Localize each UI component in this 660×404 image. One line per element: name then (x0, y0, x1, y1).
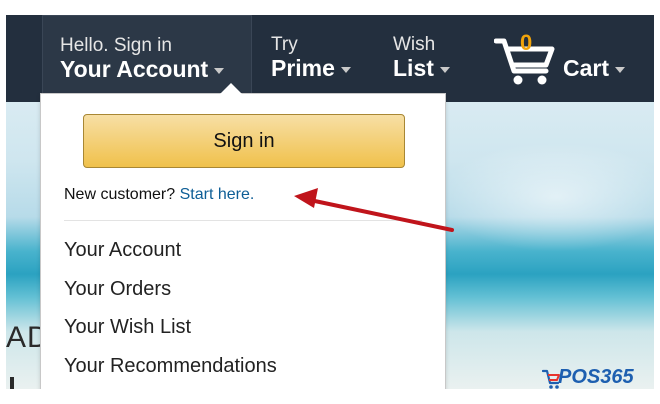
nav-wishlist-label: List (393, 55, 434, 81)
menu-item-your-wish-list[interactable]: Your Wish List (64, 308, 277, 347)
menu-item-your-recommendations[interactable]: Your Recommendations (64, 347, 277, 386)
chevron-down-icon (615, 66, 626, 73)
nav-wishlist-menu[interactable]: Wish List (393, 15, 483, 102)
watermark-brand: POS365 (558, 366, 634, 388)
new-customer-text: New customer? (64, 186, 176, 203)
new-customer-row: New customer? Start here. (64, 186, 254, 204)
dropdown-pointer (219, 83, 243, 95)
nav-prime-line1: Try (271, 34, 298, 55)
chevron-down-icon (340, 66, 351, 73)
chevron-down-icon (439, 66, 450, 73)
account-dropdown: Sign in New customer? Start here. Your A… (40, 83, 446, 389)
menu-item-your-account[interactable]: Your Account (64, 231, 277, 270)
nav-wishlist-line1: Wish (393, 34, 436, 55)
annotation-arrow-icon (294, 188, 454, 232)
nav-prime-label: Prime (271, 55, 335, 81)
cart-count-badge: 0 (520, 30, 533, 55)
account-menu-list: Your Account Your Orders Your Wish List … (64, 231, 277, 385)
menu-item-your-orders[interactable]: Your Orders (64, 270, 277, 309)
hero-partial-glyph (10, 377, 14, 389)
chevron-down-icon (214, 67, 225, 74)
nav-account-greeting: Hello. Sign in (60, 35, 172, 56)
hero-highlight (436, 142, 654, 252)
nav-cart-label: Cart (563, 55, 610, 81)
nav-prime-menu[interactable]: Try Prime (271, 15, 371, 102)
start-here-link[interactable]: Start here. (180, 186, 255, 203)
nav-account-label: Your Account (60, 56, 209, 82)
